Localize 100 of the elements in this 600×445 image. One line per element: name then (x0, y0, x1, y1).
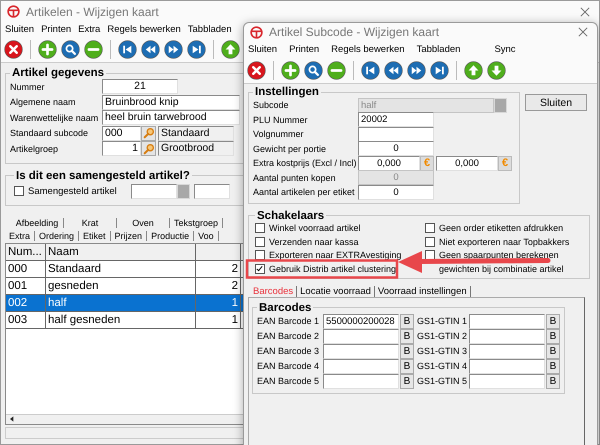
table-row[interactable]: 002 half 1 (6, 294, 243, 312)
input-field[interactable]: 20002 (358, 112, 434, 128)
plus-icon[interactable] (281, 61, 300, 80)
input-field[interactable]: Bruinbrood knip (102, 94, 240, 110)
table-row[interactable]: 003 half gesneden 1 (6, 312, 243, 328)
menu-item[interactable]: Regels bewerken (107, 24, 181, 35)
input-field[interactable]: heel bruin tarwebrood (102, 110, 240, 126)
fast-forward-icon[interactable] (407, 61, 426, 80)
input-field[interactable] (194, 184, 230, 198)
field-label: EAN Barcode 3 (257, 346, 320, 356)
tab[interactable]: Ordering (35, 230, 80, 240)
menu-item[interactable]: Tabbladen (416, 44, 460, 55)
menu-item[interactable]: Sluiten (248, 44, 278, 55)
rewind-icon[interactable] (141, 40, 160, 59)
barcode-button[interactable]: B (400, 344, 414, 358)
menu-item[interactable]: Sync (494, 44, 516, 55)
checkbox[interactable] (425, 250, 435, 260)
table-cell: 1 (196, 312, 241, 328)
menu-item[interactable]: Regels bewerken (331, 44, 405, 55)
close-icon[interactable] (247, 61, 266, 80)
input-field[interactable] (130, 184, 177, 198)
input-field[interactable]: 21 (102, 79, 178, 94)
skip-start-icon[interactable] (361, 61, 380, 80)
barcode-button[interactable]: B (400, 314, 414, 328)
checkbox[interactable] (425, 223, 435, 234)
tab[interactable]: Voo (194, 230, 219, 240)
barcode-button[interactable]: B (546, 374, 560, 388)
description-field: Standaard (158, 126, 234, 141)
logo-icon (7, 5, 20, 18)
checkbox[interactable] (255, 264, 265, 274)
input-field[interactable]: 0 (358, 184, 434, 200)
input-field[interactable] (469, 328, 545, 344)
input-field[interactable] (323, 328, 399, 344)
tab[interactable]: Oven (117, 218, 170, 228)
close-button[interactable]: Sluiten (525, 94, 587, 111)
input-field[interactable] (469, 314, 545, 328)
checkbox[interactable] (255, 250, 265, 260)
menu-item[interactable]: Printen (41, 24, 72, 35)
logo-icon (250, 26, 263, 38)
barcode-button[interactable]: B (546, 358, 560, 374)
minus-icon[interactable] (84, 40, 103, 59)
checkbox[interactable] (425, 236, 435, 247)
close-icon[interactable] (4, 40, 23, 59)
scroll-left-icon[interactable] (10, 416, 14, 422)
lookup-button[interactable] (141, 141, 156, 156)
checkbox-label: Exporteren naar EXTRAvestiging (269, 250, 402, 260)
tab[interactable]: Tekstgroep (170, 218, 223, 228)
rewind-icon[interactable] (384, 61, 403, 80)
menu-item[interactable]: Tabbladen (188, 24, 232, 35)
menu-item[interactable]: Sluiten (5, 24, 34, 35)
tab[interactable]: Productie (147, 230, 194, 240)
barcode-button[interactable]: B (400, 374, 414, 388)
tab[interactable]: Krat (64, 218, 117, 228)
table-row[interactable]: 000 Standaard 2 (6, 260, 243, 278)
close-icon[interactable] (578, 27, 588, 37)
fast-forward-icon[interactable] (164, 40, 183, 59)
barcode-button[interactable]: B (546, 344, 560, 358)
input-field[interactable] (469, 344, 545, 358)
input-field[interactable] (469, 358, 545, 374)
barcode-button[interactable]: B (546, 314, 560, 328)
tab[interactable]: Afbeelding (11, 218, 64, 228)
search-icon[interactable] (61, 40, 80, 59)
input-field[interactable] (323, 344, 399, 358)
input-field[interactable]: 0,000 (436, 156, 498, 171)
menu-item[interactable]: Printen (289, 44, 320, 55)
column-header[interactable]: Num... (6, 244, 46, 260)
lookup-button[interactable] (141, 126, 156, 141)
input-field[interactable]: 5500000200028 (323, 314, 399, 328)
checkbox-label: gewichten bij combinatie artikel (439, 264, 564, 274)
table-cell: 003 (6, 312, 46, 328)
input-field[interactable]: 0 (358, 141, 434, 156)
input-field[interactable] (323, 358, 399, 374)
skip-end-icon[interactable] (187, 40, 206, 59)
barcode-button[interactable]: B (400, 358, 414, 374)
skip-end-icon[interactable] (430, 61, 449, 80)
tab[interactable]: Extra (5, 230, 36, 240)
plus-icon[interactable] (38, 40, 57, 59)
search-icon (142, 142, 154, 155)
field-label: Standaard subcode (10, 128, 90, 138)
tab[interactable]: Prijzen (110, 230, 148, 240)
input-field[interactable]: 0,000 (358, 156, 420, 171)
search-icon[interactable] (304, 61, 323, 80)
barcode-button[interactable]: B (546, 328, 560, 344)
close-icon[interactable] (580, 6, 590, 16)
column-header[interactable]: Naam (46, 244, 196, 260)
input-field[interactable] (469, 374, 545, 388)
checkbox[interactable] (14, 186, 24, 196)
tab[interactable]: Etiket (79, 230, 111, 240)
input-field[interactable]: 1 (102, 141, 141, 156)
input-field[interactable]: 000 (102, 126, 141, 141)
field-label: EAN Barcode 4 (257, 361, 320, 371)
minus-icon[interactable] (327, 61, 346, 80)
skip-start-icon[interactable] (118, 40, 137, 59)
input-field[interactable] (323, 374, 399, 388)
barcode-button[interactable]: B (400, 328, 414, 344)
checkbox[interactable] (255, 223, 265, 234)
menu-item[interactable]: Extra (78, 24, 100, 35)
checkbox-label: Verzenden naar kassa (269, 236, 359, 247)
checkbox[interactable] (255, 236, 265, 247)
input-field[interactable] (358, 126, 434, 142)
